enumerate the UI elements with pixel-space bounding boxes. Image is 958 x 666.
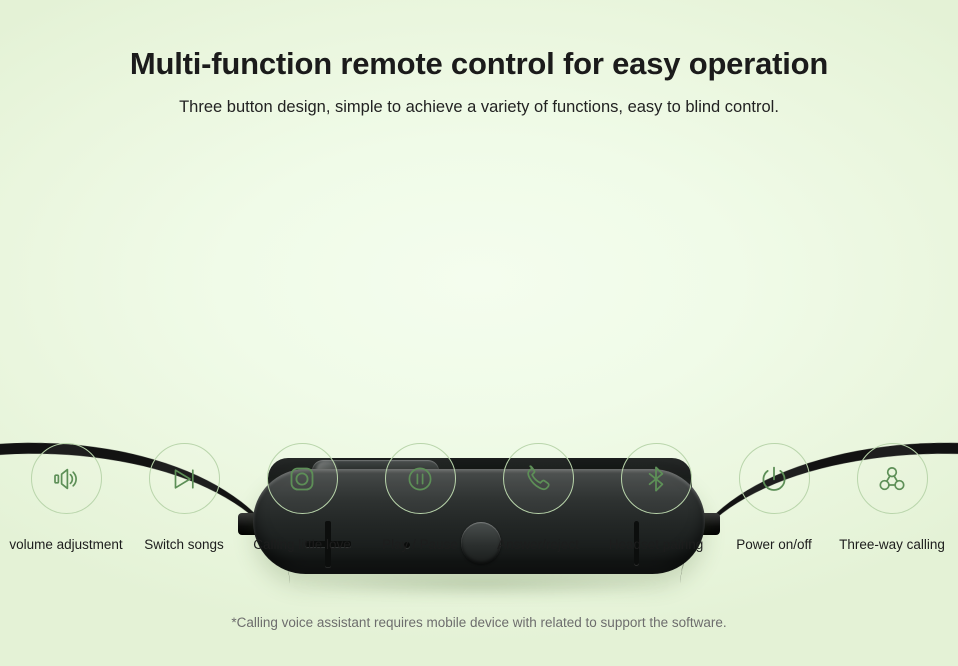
feature-icon-row: volume adjustment Switch songs Calling l… (0, 443, 958, 553)
feature-label: Calling little love (253, 537, 351, 552)
feature-label: volume adjustment (9, 537, 123, 552)
feature-item-three-way-calling[interactable]: Three-way calling (839, 443, 945, 553)
page-title: Multi-function remote control for easy o… (129, 46, 829, 81)
device-drop-shadow (286, 571, 676, 597)
feature-label: Switch songs (144, 537, 224, 552)
page-subtitle: Three button design, simple to achieve a… (179, 98, 779, 116)
product-feature-page: Multi-function remote control for easy o… (0, 0, 958, 666)
feature-item-volume-adjustment[interactable]: volume adjustment (9, 443, 123, 553)
feature-item-play-pause[interactable]: Play / Pause (368, 443, 472, 553)
feature-item-power-on-off[interactable]: Power on/off (722, 443, 826, 553)
three-way-calling-icon (856, 443, 928, 514)
next-track-icon (148, 443, 220, 514)
feature-item-headset-pairing[interactable]: Headset pairing (604, 443, 708, 553)
feature-label: Three-way calling (839, 537, 945, 552)
feature-item-switch-songs[interactable]: Switch songs (132, 443, 236, 553)
power-icon (738, 443, 810, 514)
play-pause-icon (384, 443, 456, 514)
feature-item-calling-little-love[interactable]: Calling little love (250, 443, 354, 553)
volume-icon (30, 443, 102, 514)
product-image (0, 215, 958, 666)
bluetooth-icon (620, 443, 692, 514)
voice-assistant-icon (266, 443, 338, 514)
phone-call-icon (502, 443, 574, 514)
feature-label: Play / Pause (382, 537, 458, 552)
feature-item-answer-reject[interactable]: Answer/reject (486, 443, 590, 553)
footnote-text: *Calling voice assistant requires mobile… (231, 615, 727, 630)
feature-label: Power on/off (736, 537, 812, 552)
header-block: Multi-function remote control for easy o… (0, 42, 958, 119)
feature-label: Headset pairing (608, 537, 704, 552)
feature-label: Answer/reject (497, 537, 579, 552)
